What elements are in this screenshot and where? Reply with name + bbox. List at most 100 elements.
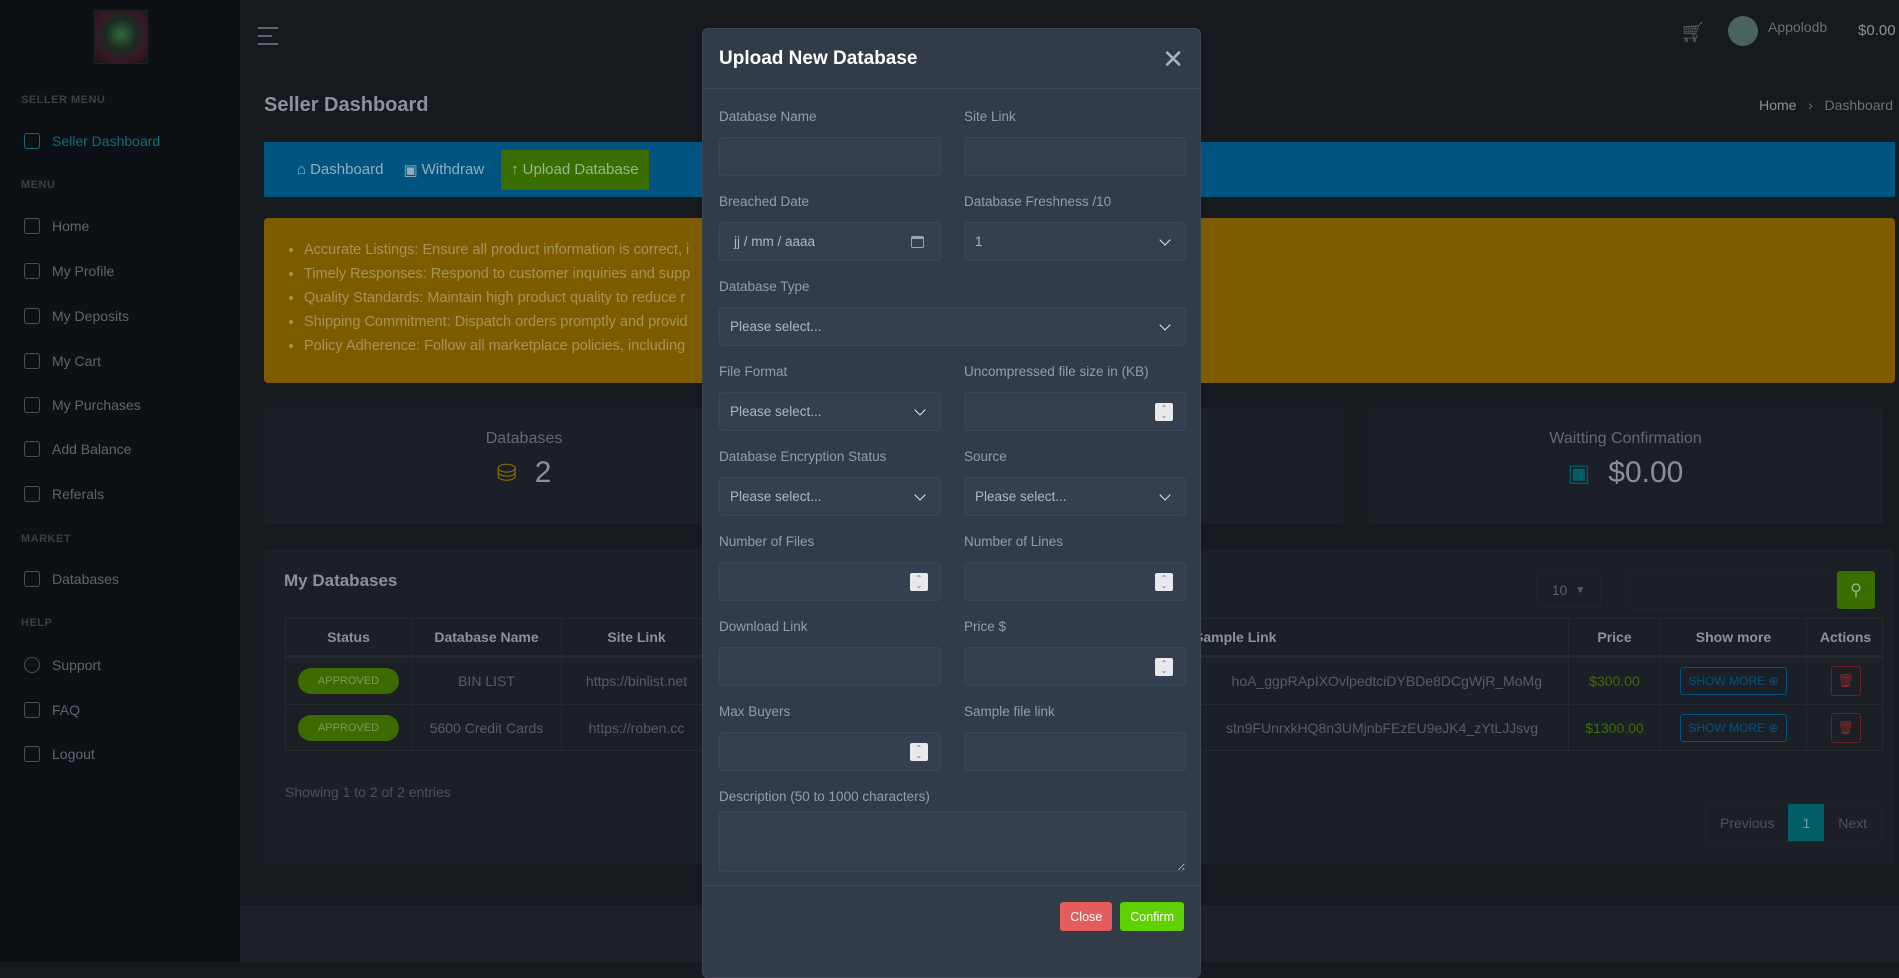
users-icon [24,486,40,502]
sidebar-item-add-balance[interactable]: Add Balance [24,441,131,457]
database-name-cell: 5600 Credit Cards [412,704,562,751]
search-button[interactable]: ⚲ [1837,571,1875,609]
sidebar-item-faq[interactable]: FAQ [24,702,80,718]
site-logo[interactable] [94,10,148,64]
label-max-buyers: Max Buyers [719,704,791,719]
number-spinner-icon[interactable]: ⌃ ⌄ [1155,657,1173,676]
sidebar-item-support[interactable]: Support [24,657,101,673]
col-actions[interactable]: Actions [1807,619,1884,657]
search-icon: ⚲ [1850,582,1862,599]
sidebar-item-my-deposits[interactable]: My Deposits [24,308,129,324]
sidebar: SELLER MENU Seller Dashboard MENU Home M… [0,0,240,962]
delete-button[interactable]: 🗑︎ [1830,666,1861,696]
sidebar-item-logout[interactable]: Logout [24,746,95,762]
panel-title: My Databases [284,571,398,590]
close-icon[interactable]: ✕ [1162,46,1184,72]
breadcrumb-home[interactable]: Home [1759,97,1796,113]
stat-card-waiting: Waitting Confirmation ▣ $0.00 [1368,408,1883,524]
page-length-select[interactable]: 10 ▼ [1536,572,1601,608]
select-placeholder: Please select... [730,404,822,419]
freshness-select[interactable]: 1 [964,222,1186,261]
label-site-link: Site Link [964,109,1016,124]
select-placeholder: Please select... [730,319,822,334]
nav-dashboard[interactable]: ⌂ Dashboard [294,150,386,190]
home-icon: ⌂ [297,161,307,178]
status-badge: APPROVED [297,715,400,741]
max-buyers-input[interactable]: ⌃ ⌄ [719,732,941,771]
wallet-icon: ▣ [1567,459,1591,487]
sidebar-item-seller-dashboard[interactable]: Seller Dashboard [24,133,160,149]
sidebar-item-my-purchases[interactable]: My Purchases [24,397,141,413]
number-spinner-icon[interactable]: ⌃ ⌄ [1155,572,1173,591]
menu-toggle-icon[interactable] [258,27,278,45]
label-number-of-lines: Number of Lines [964,534,1064,549]
file-format-select[interactable]: Please select... [719,392,941,431]
site-link-cell[interactable]: https://roben.cc [562,704,712,751]
header-balance: $0.00 [1858,22,1896,39]
sidebar-item-label: Home [52,218,90,234]
show-more-button[interactable]: SHOW MORE ⊕ [1680,667,1787,695]
calendar-icon[interactable] [911,235,924,248]
database-type-select[interactable]: Please select... [719,307,1186,346]
source-select[interactable]: Please select... [964,477,1186,516]
nav-label: Dashboard [310,161,384,178]
cart-button[interactable]: 🛒︎ [1680,20,1705,45]
database-icon: ⛁ [496,459,517,487]
number-spinner-icon[interactable]: ⌃ ⌄ [1155,402,1173,421]
sample-link-cell[interactable]: stn9FUnrxkHQ8n3UMjnbFEzEU9eJK4_zYtLJJsvg [1186,704,1569,751]
sidebar-item-databases[interactable]: Databases [24,571,119,587]
section-help: HELP [21,617,53,629]
sidebar-item-my-profile[interactable]: My Profile [24,263,114,279]
nav-label: Upload Database [522,161,639,178]
sample-link-cell[interactable]: hoA_ggpRApIXOvlpedtciDYBDe8DCgWjR_MoMg [1186,657,1569,704]
col-show-more[interactable]: Show more [1661,619,1807,657]
show-more-button[interactable]: SHOW MORE ⊕ [1680,714,1787,742]
col-site-link[interactable]: Site Link [562,619,712,657]
download-link-input[interactable] [719,647,941,686]
col-price[interactable]: Price [1569,619,1661,657]
number-spinner-icon[interactable]: ⌃ ⌄ [910,742,928,761]
command-icon [24,702,40,718]
file-size-input[interactable]: ⌃ ⌄ [964,392,1186,431]
stat-value: $0.00 [1608,456,1684,489]
user-menu[interactable]: Appolodb [1728,16,1827,46]
col-status[interactable]: Status [286,619,412,657]
pagination-previous[interactable]: Previous [1706,804,1788,841]
sidebar-item-label: My Deposits [52,308,130,324]
sample-file-link-input[interactable] [964,732,1186,771]
confirm-button[interactable]: Confirm [1120,902,1184,931]
database-name-cell: BIN LIST [412,657,562,704]
chevron-down-icon [1159,318,1171,331]
database-name-input[interactable] [719,137,941,176]
breached-date-input[interactable]: jj / mm / aaaa [719,222,941,261]
date-placeholder: jj / mm / aaaa [734,234,816,249]
pagination-next[interactable]: Next [1824,804,1881,841]
arrow-up-icon: ↑ [511,161,519,178]
pagination-page-1[interactable]: 1 [1788,804,1825,841]
section-menu: MENU [21,179,56,191]
nav-withdraw[interactable]: ▣ Withdraw [400,150,487,190]
sidebar-item-my-cart[interactable]: My Cart [24,353,101,369]
price-input[interactable]: ⌃ ⌄ [964,647,1186,686]
nav-upload-database[interactable]: ↑ Upload Database [501,149,649,190]
col-database-name[interactable]: Database Name [412,619,562,657]
delete-button[interactable]: 🗑︎ [1830,713,1861,743]
site-link-cell[interactable]: https://binlist.net [562,657,712,704]
cart-icon: 🛒︎ [1680,22,1706,44]
close-button[interactable]: Close [1060,902,1113,931]
label-file-format: File Format [719,364,788,379]
number-of-lines-input[interactable]: ⌃ ⌄ [964,562,1186,601]
sidebar-item-referals[interactable]: Referals [24,486,104,502]
encryption-status-select[interactable]: Please select... [719,477,941,516]
site-link-input[interactable] [964,137,1186,176]
wallet-icon [24,308,40,324]
col-sample-link[interactable]: Sample Link [1186,619,1569,657]
stat-value: 2 [534,456,552,489]
label-encryption: Database Encryption Status [719,449,887,464]
description-textarea[interactable] [719,811,1186,872]
dashboard-icon [24,133,40,149]
sidebar-item-home[interactable]: Home [24,218,89,234]
table-search-input[interactable] [1629,571,1837,609]
number-of-files-input[interactable]: ⌃ ⌄ [719,562,941,601]
number-spinner-icon[interactable]: ⌃ ⌄ [910,572,928,591]
